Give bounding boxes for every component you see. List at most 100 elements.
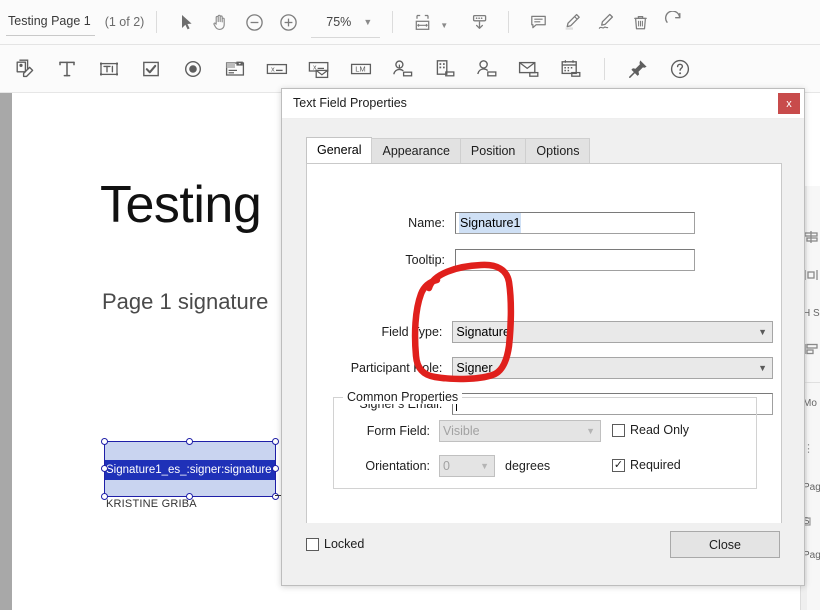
signature-field-label: Signature1_es_:signer:signature <box>105 460 275 480</box>
name-field-icon[interactable] <box>466 49 508 89</box>
hand-pan-icon[interactable] <box>203 5 237 39</box>
zoom-in-icon[interactable] <box>271 5 305 39</box>
required-label: Required <box>630 458 681 472</box>
page-title: Testing <box>100 175 261 235</box>
toolbar-divider-1 <box>156 11 157 33</box>
dialog-title-bar[interactable]: Text Field Properties x <box>282 89 804 119</box>
locked-checkbox[interactable] <box>306 538 319 551</box>
signer-name-text: KRISTINE GRIBA <box>106 498 197 510</box>
resize-handle-middle-left[interactable] <box>101 465 108 472</box>
text-field-properties-dialog: Text Field Properties x General Appearan… <box>281 88 805 586</box>
participant-role-select[interactable]: Signer ▼ <box>452 357 773 379</box>
dialog-footer: Locked Close <box>282 523 804 585</box>
zoom-out-icon[interactable] <box>237 5 271 39</box>
chevron-down-icon: ▼ <box>586 426 597 436</box>
field-type-row: Field Type: Signature ▼ <box>333 321 773 343</box>
name-input-value: Signature1 <box>459 213 521 233</box>
dialog-tabs: General Appearance Position Options <box>306 137 589 163</box>
name-row: Name: Signature1 <box>333 212 757 234</box>
lm-field-icon[interactable]: LM <box>340 49 382 89</box>
page-count-label: (1 of 2) <box>105 15 145 29</box>
tab-appearance[interactable]: Appearance <box>371 138 460 163</box>
orientation-value: 0 <box>443 459 450 473</box>
signature-form-field[interactable]: Signature1_es_:signer:signature <box>104 441 276 497</box>
chevron-down-icon[interactable]: ▼ <box>363 17 372 27</box>
participant-role-row: Participant Role: Signer ▼ <box>333 357 773 379</box>
rotate-icon[interactable] <box>657 5 691 39</box>
email-formula-field-icon[interactable]: x <box>298 49 340 89</box>
locked-row[interactable]: Locked <box>306 537 364 551</box>
edit-field-icon[interactable] <box>4 49 46 89</box>
read-only-checkbox[interactable] <box>612 424 625 437</box>
tooltip-input[interactable] <box>455 249 695 271</box>
radio-field-icon[interactable] <box>172 49 214 89</box>
tab-position[interactable]: Position <box>460 138 526 163</box>
text-box-field-icon[interactable] <box>88 49 130 89</box>
distribute-icon[interactable] <box>803 268 819 285</box>
dialog-title: Text Field Properties <box>293 96 407 110</box>
read-only-label: Read Only <box>630 423 689 437</box>
checkbox-field-icon[interactable] <box>130 49 172 89</box>
field-type-value: Signature <box>456 325 510 339</box>
pin-icon[interactable] <box>617 49 659 89</box>
signature-field-icon[interactable] <box>382 49 424 89</box>
tab-options[interactable]: Options <box>525 138 590 163</box>
degrees-label: degrees <box>505 459 550 473</box>
chevron-down-icon: ▼ <box>758 327 769 337</box>
tab-general[interactable]: General <box>306 137 372 163</box>
select-arrow-icon[interactable] <box>169 5 203 39</box>
orientation-select[interactable]: 0 ▼ <box>439 455 495 477</box>
download-icon[interactable] <box>462 5 496 39</box>
resize-handle-top-left[interactable] <box>101 438 108 445</box>
application-window: Testing Page 1 (1 of 2) 75% ▼ ▼ <box>0 0 820 610</box>
form-field-select[interactable]: Visible ▼ <box>439 420 601 442</box>
more-label[interactable]: Mo <box>803 398 817 409</box>
name-input[interactable]: Signature1 <box>455 212 695 234</box>
svg-text:x: x <box>271 64 275 73</box>
help-icon[interactable] <box>659 49 701 89</box>
align-icon[interactable] <box>803 230 819 247</box>
common-properties-title: Common Properties <box>343 390 462 404</box>
orientation-label: Orientation: <box>344 459 430 473</box>
pages-label-2[interactable]: Pag <box>803 550 820 561</box>
viewer-left-margin <box>0 93 12 610</box>
field-type-select[interactable]: Signature ▼ <box>452 321 773 343</box>
resize-handle-top-center[interactable] <box>186 438 193 445</box>
dropdown-field-icon[interactable] <box>214 49 256 89</box>
participant-role-label: Participant Role: <box>333 361 442 375</box>
pages-label-1[interactable]: Pag <box>803 482 820 493</box>
comment-icon[interactable] <box>521 5 555 39</box>
highlight-pen-icon[interactable] <box>555 5 589 39</box>
arrange-icon[interactable] <box>803 342 819 359</box>
main-toolbar: Testing Page 1 (1 of 2) 75% ▼ ▼ <box>0 0 820 45</box>
trash-icon[interactable] <box>623 5 657 39</box>
fit-width-icon[interactable] <box>405 5 439 39</box>
dialog-body: General Appearance Position Options Name… <box>282 119 804 585</box>
document-tab-label: Testing Page 1 <box>8 14 91 28</box>
form-toolbar-divider <box>604 58 605 80</box>
orientation-row: Orientation: 0 ▼ degrees <box>344 455 550 477</box>
svg-text:LM: LM <box>355 64 366 73</box>
read-only-row[interactable]: Read Only <box>612 423 689 437</box>
required-checkbox[interactable]: ✓ <box>612 459 625 472</box>
match-size-label: H S <box>803 308 820 319</box>
close-icon[interactable]: x <box>778 93 800 114</box>
locked-label: Locked <box>324 537 364 551</box>
zoom-control[interactable]: 75% ▼ <box>317 15 372 29</box>
date-field-icon[interactable] <box>550 49 592 89</box>
resize-handle-top-right[interactable] <box>272 438 279 445</box>
email-field-icon[interactable] <box>508 49 550 89</box>
formula-field-icon[interactable]: x <box>256 49 298 89</box>
toolbar-divider-2 <box>392 11 393 33</box>
resize-handle-middle-right[interactable] <box>272 465 279 472</box>
form-field-label: Form Field: <box>344 424 430 438</box>
document-tab[interactable]: Testing Page 1 <box>0 6 97 38</box>
sign-pen-icon[interactable] <box>589 5 623 39</box>
field-type-label: Field Type: <box>333 325 442 339</box>
required-row[interactable]: ✓ Required <box>612 458 681 472</box>
company-field-icon[interactable] <box>424 49 466 89</box>
text-field-icon[interactable] <box>46 49 88 89</box>
fit-width-chevron-icon[interactable]: ▼ <box>440 21 448 30</box>
close-button[interactable]: Close <box>670 531 780 558</box>
form-field-row: Form Field: Visible ▼ <box>344 420 601 442</box>
